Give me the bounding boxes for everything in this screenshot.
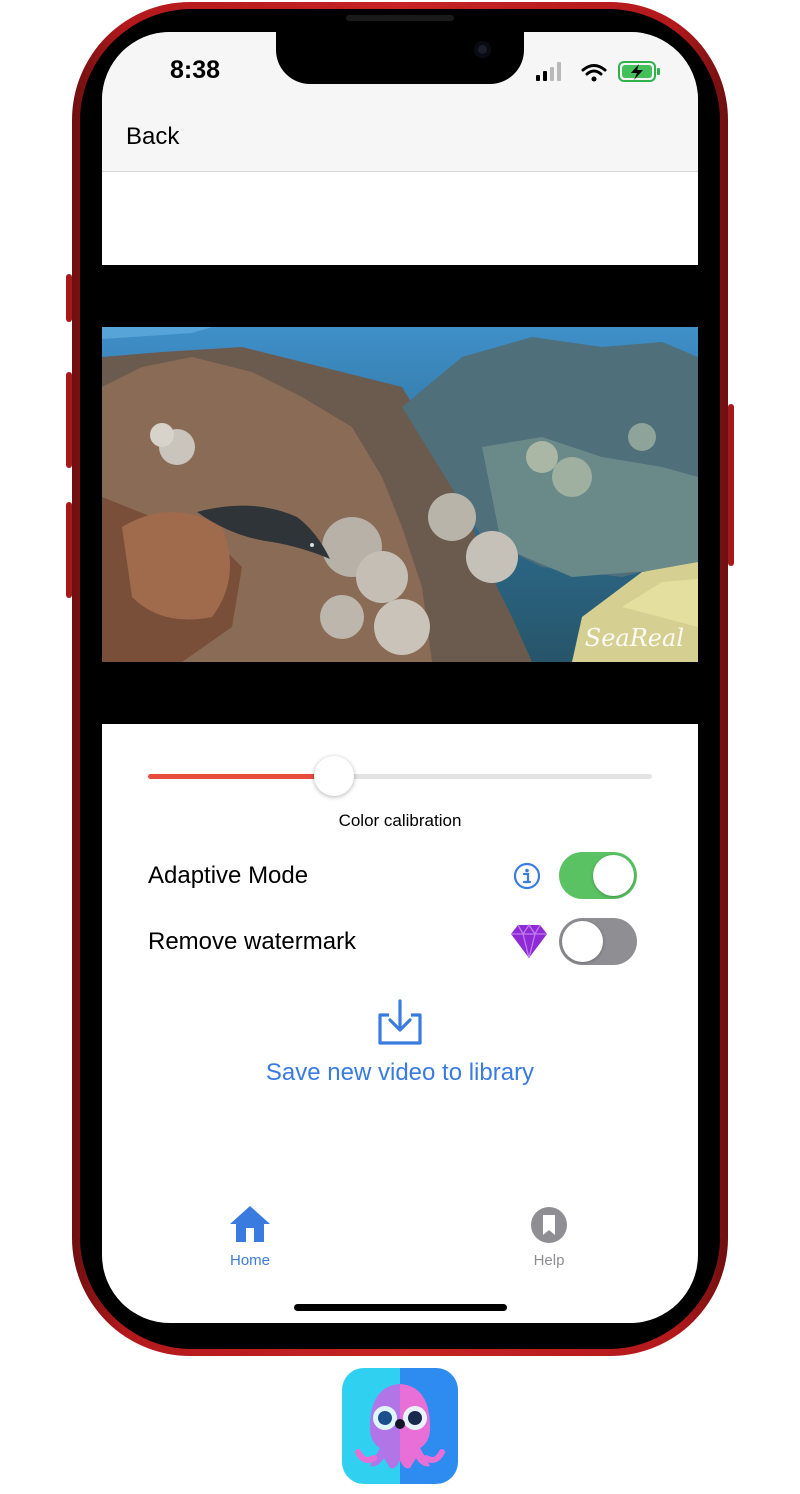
cellular-signal-icon: [536, 62, 561, 81]
video-player[interactable]: SeaReal: [102, 265, 698, 724]
tab-help-label: Help: [533, 1252, 565, 1269]
download-tray-icon[interactable]: [375, 998, 425, 1048]
slider-fill: [148, 774, 335, 779]
status-time: 8:38: [170, 56, 221, 84]
diamond-icon[interactable]: [510, 923, 548, 959]
header-spacer: [102, 172, 698, 265]
battery-charging-icon: [618, 61, 660, 82]
color-calibration-label: Color calibration: [338, 811, 462, 830]
volume-up-button: [66, 372, 72, 468]
earpiece-speaker: [346, 15, 454, 21]
tab-home-label: Home: [229, 1252, 270, 1269]
volume-down-button: [66, 502, 72, 598]
slider-thumb[interactable]: [314, 756, 355, 796]
adaptive-mode-toggle[interactable]: [559, 852, 637, 899]
bookmark-circle-icon: [531, 1207, 567, 1243]
power-button: [728, 404, 734, 566]
dynamic-notch: [276, 32, 524, 84]
tab-home[interactable]: Home: [190, 1204, 310, 1269]
front-camera: [474, 41, 491, 58]
info-circle-icon[interactable]: [513, 862, 541, 890]
home-indicator: [294, 1304, 507, 1311]
remove-watermark-label: Remove watermark: [148, 928, 357, 955]
back-button[interactable]: Back: [126, 123, 179, 151]
color-calibration-slider[interactable]: [148, 756, 652, 796]
adaptive-mode-label: Adaptive Mode: [148, 862, 309, 889]
phone-screen: 8:38 Back SeaReal Color calibration Adap…: [102, 32, 698, 1323]
wifi-icon: [581, 64, 607, 82]
octopus-mascot-icon: [342, 1368, 458, 1484]
video-watermark: SeaReal: [584, 624, 684, 652]
app-logo: [342, 1368, 458, 1484]
video-frame[interactable]: SeaReal: [102, 327, 698, 662]
save-video-button[interactable]: Save new video to library: [102, 1059, 698, 1087]
tab-help[interactable]: Help: [489, 1206, 609, 1269]
toggle-knob: [562, 921, 603, 962]
remove-watermark-toggle[interactable]: [559, 918, 637, 965]
toggle-knob: [593, 855, 634, 896]
underwater-reef-image: [102, 327, 698, 662]
status-icons: [536, 61, 660, 82]
house-icon: [230, 1206, 270, 1242]
silent-switch: [66, 274, 72, 322]
